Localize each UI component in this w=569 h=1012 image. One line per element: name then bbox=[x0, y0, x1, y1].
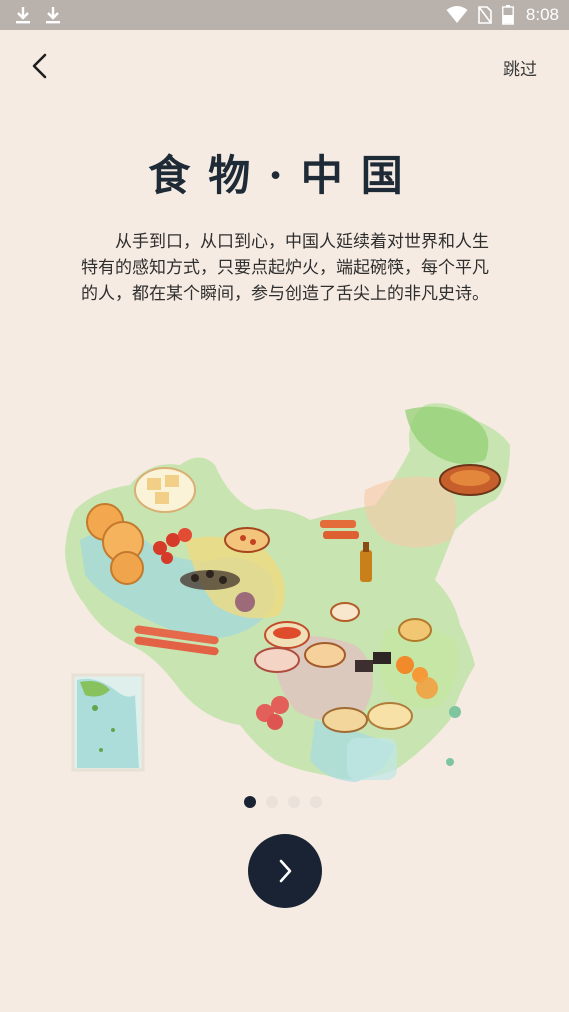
intro-paragraph: 从手到口，从口到心，中国人延续着对世界和人生特有的感知方式，只要点起炉火，端起碗… bbox=[81, 232, 489, 304]
skip-button[interactable]: 跳过 bbox=[503, 55, 537, 80]
china-food-map-illustration bbox=[65, 403, 510, 782]
back-button[interactable] bbox=[26, 50, 56, 82]
status-time: 8:08 bbox=[525, 5, 559, 24]
status-bar: 8:08 bbox=[0, 0, 569, 30]
no-sim-icon bbox=[478, 6, 492, 24]
download-icon bbox=[46, 7, 60, 24]
next-button[interactable] bbox=[248, 834, 322, 908]
wifi-icon bbox=[446, 6, 468, 23]
page-dot bbox=[288, 796, 300, 808]
battery-icon bbox=[502, 5, 514, 25]
page-dot bbox=[266, 796, 278, 808]
page-indicator bbox=[244, 796, 322, 808]
download-icon bbox=[16, 7, 30, 24]
page-dot bbox=[310, 796, 322, 808]
chevron-left-icon bbox=[32, 53, 47, 79]
page-dot-active bbox=[244, 796, 256, 808]
chevron-right-icon bbox=[279, 859, 292, 883]
page-title: 食物·中国 bbox=[148, 151, 421, 200]
